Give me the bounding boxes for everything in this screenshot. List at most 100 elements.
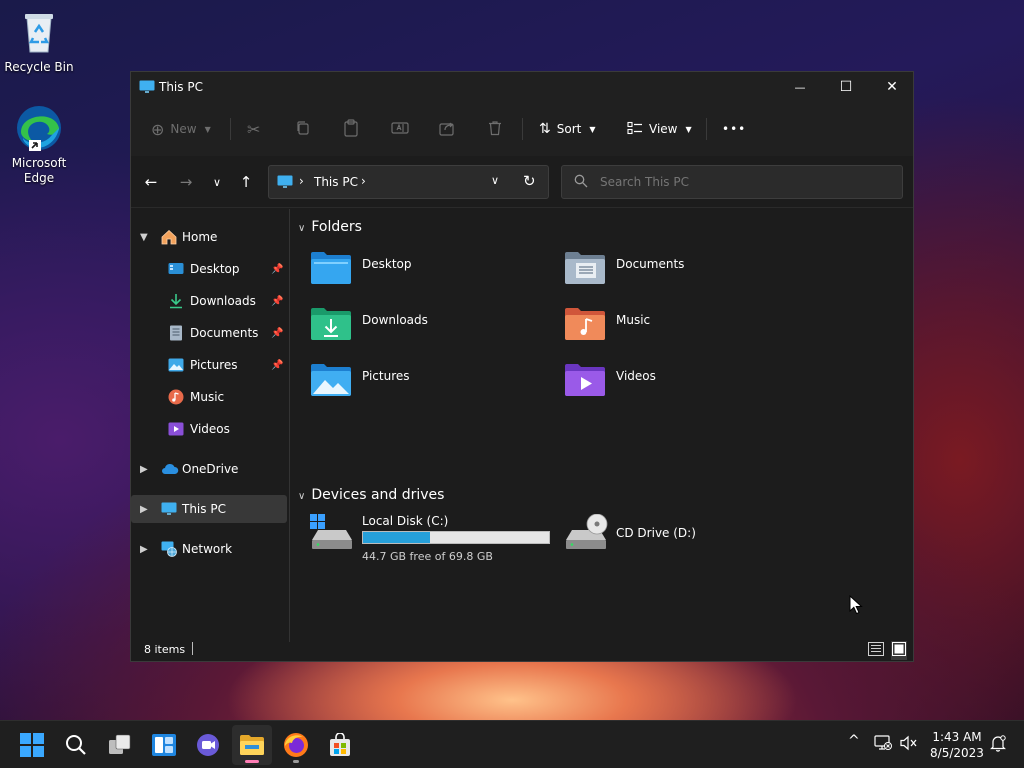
status-bar: 8 items bbox=[131, 638, 913, 662]
folder-documents-icon bbox=[565, 252, 605, 284]
view-list-icon bbox=[627, 121, 643, 138]
minimize-icon: — bbox=[794, 80, 806, 94]
folder-tile-videos[interactable]: Videos bbox=[564, 361, 804, 409]
system-clock[interactable]: 1:43 AM 8/5/2023 bbox=[920, 729, 994, 761]
sidebar-item-music[interactable]: Music bbox=[131, 383, 287, 411]
plus-circle-icon: ⊕ bbox=[151, 119, 165, 139]
view-label: View bbox=[649, 122, 678, 136]
address-history-button[interactable]: ∨ bbox=[491, 174, 499, 187]
widgets-button[interactable] bbox=[144, 725, 184, 765]
chevron-down-icon: ∨ bbox=[212, 175, 222, 189]
folder-tile-pictures[interactable]: Pictures bbox=[310, 361, 550, 409]
address-bar[interactable]: › This PC › ∨ ↻ bbox=[268, 165, 549, 199]
pin-icon[interactable]: 📌 bbox=[271, 328, 283, 339]
folder-label: Downloads bbox=[362, 313, 428, 327]
search-icon bbox=[66, 735, 86, 755]
firefox-taskbar-button[interactable] bbox=[276, 725, 316, 765]
sidebar-item-desktop[interactable]: Desktop 📌 bbox=[131, 255, 287, 283]
sidebar-item-label: Downloads bbox=[190, 294, 256, 308]
file-explorer-icon bbox=[240, 735, 264, 755]
start-button[interactable] bbox=[12, 725, 52, 765]
minimize-button[interactable]: — bbox=[777, 72, 823, 102]
new-label: New bbox=[170, 122, 197, 136]
chevron-down-icon: ▼ bbox=[685, 124, 692, 134]
refresh-icon[interactable]: ↻ bbox=[523, 172, 536, 190]
details-view-button[interactable] bbox=[868, 642, 884, 659]
scissors-icon: ✂ bbox=[247, 119, 261, 139]
desktop-icon-edge[interactable]: Microsoft Edge bbox=[4, 104, 74, 186]
task-view-button[interactable] bbox=[100, 725, 140, 765]
up-button[interactable]: ↑ bbox=[232, 168, 260, 196]
status-separator bbox=[192, 642, 193, 655]
file-explorer-taskbar-button[interactable] bbox=[232, 725, 272, 765]
chevron-right-icon[interactable]: ▶ bbox=[140, 504, 148, 515]
rename-button[interactable] bbox=[391, 114, 409, 144]
drive-label: CD Drive (D:) bbox=[616, 526, 696, 540]
chevron-right-icon[interactable]: ▶ bbox=[140, 544, 148, 555]
sidebar-item-documents[interactable]: Documents 📌 bbox=[131, 319, 287, 347]
folder-tile-documents[interactable]: Documents bbox=[564, 249, 804, 297]
share-icon bbox=[439, 120, 455, 139]
trash-icon bbox=[487, 120, 503, 139]
window-title: This PC bbox=[159, 80, 203, 94]
network-status-button[interactable] bbox=[874, 735, 892, 755]
search-input[interactable] bbox=[600, 173, 890, 191]
copy-button[interactable] bbox=[295, 114, 311, 144]
this-pc-icon bbox=[277, 175, 293, 192]
share-button[interactable] bbox=[439, 114, 455, 144]
desktop-icon-recycle-bin[interactable]: Recycle Bin bbox=[4, 8, 74, 75]
sidebar-item-onedrive[interactable]: ▶ OneDrive bbox=[131, 455, 287, 483]
forward-button[interactable]: → bbox=[172, 168, 200, 196]
drive-tile-local-disk-c[interactable]: Local Disk (C:) 44.7 GB free of 69.8 GB bbox=[310, 514, 560, 563]
chevron-down-icon[interactable]: ▼ bbox=[140, 232, 148, 243]
search-button[interactable] bbox=[56, 725, 96, 765]
folder-tile-downloads[interactable]: Downloads bbox=[310, 305, 550, 353]
search-box[interactable] bbox=[561, 165, 903, 199]
sidebar-item-label: Desktop bbox=[190, 262, 240, 276]
more-options-button[interactable]: ••• bbox=[722, 114, 746, 144]
tiles-view-button[interactable] bbox=[891, 641, 907, 660]
title-bar[interactable]: This PC — ☐ ✕ bbox=[131, 72, 913, 102]
teams-chat-button[interactable] bbox=[188, 725, 228, 765]
recent-locations-button[interactable]: ∨ bbox=[203, 168, 231, 196]
sidebar-item-this-pc[interactable]: ▶ This PC bbox=[131, 495, 287, 523]
view-button[interactable]: View ▼ bbox=[627, 114, 692, 144]
volume-button[interactable] bbox=[900, 735, 918, 755]
notification-center-button[interactable] bbox=[989, 734, 1007, 756]
pin-icon[interactable]: 📌 bbox=[271, 360, 283, 371]
close-button[interactable]: ✕ bbox=[869, 72, 915, 102]
folder-tile-music[interactable]: Music bbox=[564, 305, 804, 353]
chevron-down-icon: ∨ bbox=[298, 223, 306, 234]
chevron-down-icon: ∨ bbox=[298, 491, 306, 502]
drive-tile-cd-drive-d[interactable]: CD Drive (D:) bbox=[564, 514, 804, 562]
sidebar-item-pictures[interactable]: Pictures 📌 bbox=[131, 351, 287, 379]
mouse-cursor-icon bbox=[849, 595, 863, 615]
sidebar-item-home[interactable]: ▼ Home bbox=[131, 223, 287, 251]
folder-tile-desktop[interactable]: Desktop bbox=[310, 249, 550, 297]
close-icon: ✕ bbox=[886, 79, 898, 95]
delete-button[interactable] bbox=[487, 114, 503, 144]
sidebar-item-videos[interactable]: Videos bbox=[131, 415, 287, 443]
pin-icon[interactable]: 📌 bbox=[271, 296, 283, 307]
sort-label: Sort bbox=[556, 122, 582, 136]
breadcrumb-separator-icon: › bbox=[361, 174, 366, 188]
cut-button[interactable]: ✂ bbox=[247, 114, 260, 144]
sort-button[interactable]: ⇅ Sort ▼ bbox=[539, 114, 596, 144]
notification-bell-icon bbox=[990, 735, 1006, 752]
show-hidden-icons-button[interactable]: ^ bbox=[848, 733, 860, 749]
group-header-devices[interactable]: ∨ Devices and drives bbox=[298, 487, 444, 503]
sidebar-item-downloads[interactable]: Downloads 📌 bbox=[131, 287, 287, 315]
paste-button[interactable] bbox=[343, 114, 359, 144]
pin-icon[interactable]: 📌 bbox=[271, 264, 283, 275]
microsoft-store-button[interactable] bbox=[320, 725, 360, 765]
chevron-right-icon[interactable]: ▶ bbox=[140, 464, 148, 475]
back-button[interactable]: ← bbox=[137, 168, 165, 196]
breadcrumb-this-pc[interactable]: This PC bbox=[314, 175, 358, 189]
maximize-button[interactable]: ☐ bbox=[823, 72, 869, 102]
sidebar-item-label: Videos bbox=[190, 422, 230, 436]
sidebar-item-network[interactable]: ▶ Network bbox=[131, 535, 287, 563]
new-button[interactable]: ⊕ New ▼ bbox=[151, 114, 211, 144]
group-header-folders[interactable]: ∨ Folders bbox=[298, 219, 362, 235]
tiles-view-icon bbox=[892, 642, 906, 656]
cd-drive-icon bbox=[566, 514, 608, 549]
